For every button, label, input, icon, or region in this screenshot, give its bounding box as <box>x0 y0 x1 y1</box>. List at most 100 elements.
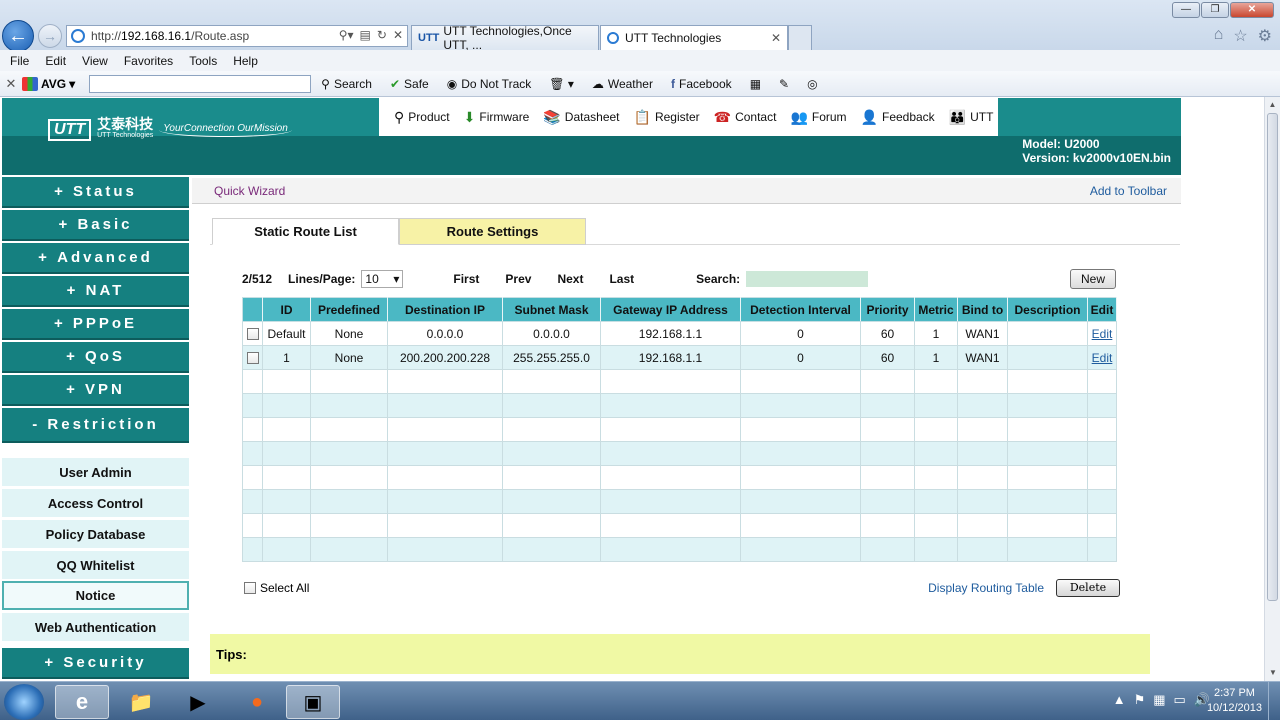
menu-tools[interactable]: Tools <box>189 54 217 68</box>
tray-flag-icon[interactable]: ⚑ <box>1134 692 1146 708</box>
facebook-button[interactable]: f Facebook <box>671 77 732 91</box>
browser-tab-1[interactable]: UTT UTT Technologies,Once UTT, ... <box>411 24 599 52</box>
sidebar-section-advanced[interactable]: + Advanced <box>2 243 189 274</box>
tray-app-icon[interactable]: ▦ <box>1153 692 1165 708</box>
sidebar-section-basic[interactable]: + Basic <box>2 210 189 241</box>
tools-gear-icon[interactable]: ⚙ <box>1258 26 1272 46</box>
close-toolbar-icon[interactable]: ✕ <box>0 76 22 92</box>
search-icon[interactable]: ⚲▾ <box>339 28 354 42</box>
scroll-up-icon[interactable]: ▲ <box>1265 97 1280 113</box>
clipboard-icon: 📋 <box>633 108 651 125</box>
nav-contact[interactable]: ☎ Contact <box>707 109 784 126</box>
sidebar-item-policy-database[interactable]: Policy Database <box>2 519 189 548</box>
menu-view[interactable]: View <box>82 54 108 68</box>
sidebar-section-restriction[interactable]: - Restriction <box>2 408 189 443</box>
trash-button[interactable]: 🗑 ▾ <box>549 77 574 91</box>
folder-icon: 📁 <box>128 691 154 714</box>
select-all-checkbox[interactable] <box>244 582 256 594</box>
stop-icon[interactable]: ✕ <box>393 28 403 42</box>
tab-static-route-list[interactable]: Static Route List <box>212 218 399 245</box>
taskbar-paint[interactable]: ▣ <box>286 685 340 719</box>
sidebar-section-security[interactable]: + Security <box>2 648 189 679</box>
clock[interactable]: 2:37 PM 10/12/2013 <box>1207 686 1262 716</box>
empty-cell <box>387 369 503 394</box>
home-icon[interactable]: ⌂ <box>1214 26 1224 46</box>
compat-view-icon[interactable]: ▤ <box>360 28 371 42</box>
refresh-icon[interactable]: ↻ <box>377 28 387 42</box>
weather-button[interactable]: ☁ Weather <box>592 77 653 91</box>
sidebar-item-user-admin[interactable]: User Admin <box>2 457 189 486</box>
nav-datasheet[interactable]: 📚 Datasheet <box>536 109 626 126</box>
menu-favorites[interactable]: Favorites <box>124 54 173 68</box>
favorites-star-icon[interactable]: ☆ <box>1233 26 1247 46</box>
sidebar-item-web-authentication[interactable]: Web Authentication <box>2 612 189 641</box>
new-route-button[interactable]: New <box>1069 269 1116 289</box>
cell-destination-ip: 200.200.200.228 <box>387 345 503 370</box>
nav-product[interactable]: ⚲ Product <box>387 109 457 126</box>
display-routing-table-link[interactable]: Display Routing Table <box>928 581 1044 595</box>
browser-tab-2[interactable]: UTT Technologies ✕ <box>600 25 788 50</box>
close-tab-icon[interactable]: ✕ <box>771 31 781 45</box>
new-tab-button[interactable] <box>788 25 812 50</box>
row-checkbox[interactable] <box>246 328 259 341</box>
menu-file[interactable]: File <box>10 54 29 68</box>
sidebar-item-access-control[interactable]: Access Control <box>2 488 189 517</box>
taskbar-ie[interactable]: e <box>55 685 109 719</box>
minimize-button[interactable]: — <box>1172 2 1200 18</box>
sidebar-section-status[interactable]: + Status <box>2 177 189 208</box>
safe-button[interactable]: ✔ Safe <box>390 77 429 91</box>
avg-search-input[interactable] <box>89 74 312 93</box>
tray-network-icon[interactable]: ▭ <box>1174 692 1186 708</box>
page-next-link[interactable]: Next <box>557 272 583 286</box>
back-button[interactable]: ← <box>2 20 34 52</box>
sidebar-section-qos[interactable]: + QoS <box>2 342 189 373</box>
scroll-down-icon[interactable]: ▼ <box>1265 665 1280 681</box>
nav-feedback[interactable]: 👤 Feedback <box>854 109 942 126</box>
sidebar-section-pppoe[interactable]: + PPPoE <box>2 309 189 340</box>
taskbar-firefox[interactable]: ● <box>230 685 284 719</box>
page-first-link[interactable]: First <box>453 272 479 286</box>
sidebar-section-vpn[interactable]: + VPN <box>2 375 189 406</box>
scroll-thumb[interactable] <box>1267 113 1278 601</box>
delete-button[interactable]: Delete <box>1056 579 1120 597</box>
utt-logo[interactable]: UTT 艾泰科技 UTT Technologies YourConnection… <box>48 117 292 142</box>
notepad-button[interactable]: ✎ <box>779 77 789 91</box>
tab-route-settings[interactable]: Route Settings <box>399 218 586 245</box>
avg-search-button[interactable]: ⚲ Search <box>321 77 372 91</box>
quick-wizard-link[interactable]: Quick Wizard <box>214 184 285 198</box>
cell-detection-interval: 0 <box>740 345 861 370</box>
forward-button[interactable]: → <box>38 24 62 48</box>
show-desktop-button[interactable] <box>1268 682 1280 720</box>
page-last-link[interactable]: Last <box>609 272 634 286</box>
taskbar-media[interactable]: ▶ <box>171 685 225 719</box>
nav-forum[interactable]: 👥 Forum <box>783 109 853 126</box>
row-checkbox[interactable] <box>246 352 259 365</box>
chat-button[interactable]: ◎ <box>807 77 817 91</box>
add-to-toolbar-link[interactable]: Add to Toolbar <box>1090 184 1167 198</box>
sidebar-section-nat[interactable]: + NAT <box>2 276 189 307</box>
avg-logo[interactable]: AVG ▾ <box>22 76 75 91</box>
nav-register[interactable]: 📋 Register <box>627 109 707 126</box>
edit-link[interactable]: Edit <box>1092 327 1113 341</box>
do-not-track-button[interactable]: ◉ Do Not Track <box>447 77 532 91</box>
close-window-button[interactable]: ✕ <box>1230 2 1274 18</box>
select-all[interactable]: Select All <box>244 581 309 595</box>
menu-edit[interactable]: Edit <box>45 54 66 68</box>
tray-expand-icon[interactable]: ▲ <box>1113 692 1126 708</box>
page-scrollbar[interactable]: ▲ ▼ <box>1264 97 1280 681</box>
address-bar[interactable]: http://192.168.16.1/Route.asp ⚲▾ ▤ ↻ ✕ <box>66 25 408 47</box>
nav-utt[interactable]: 👪 UTT <box>942 109 1001 126</box>
browser-tab-1-label: UTT Technologies,Once UTT, ... <box>443 24 572 52</box>
sidebar-item-qq-whitelist[interactable]: QQ Whitelist <box>2 550 189 579</box>
edit-link[interactable]: Edit <box>1092 351 1113 365</box>
start-button[interactable] <box>4 684 44 720</box>
page-prev-link[interactable]: Prev <box>505 272 531 286</box>
restore-button[interactable]: ❐ <box>1201 2 1229 18</box>
nav-firmware[interactable]: ⬇ Firmware <box>457 109 537 126</box>
sidebar-item-notice[interactable]: Notice <box>2 581 189 610</box>
lines-per-page-select[interactable]: 10 ▾ <box>361 270 404 288</box>
menu-help[interactable]: Help <box>233 54 258 68</box>
calculator-button[interactable]: ▦ <box>750 77 761 91</box>
search-input[interactable] <box>746 271 869 287</box>
taskbar-explorer[interactable]: 📁 <box>114 685 168 719</box>
